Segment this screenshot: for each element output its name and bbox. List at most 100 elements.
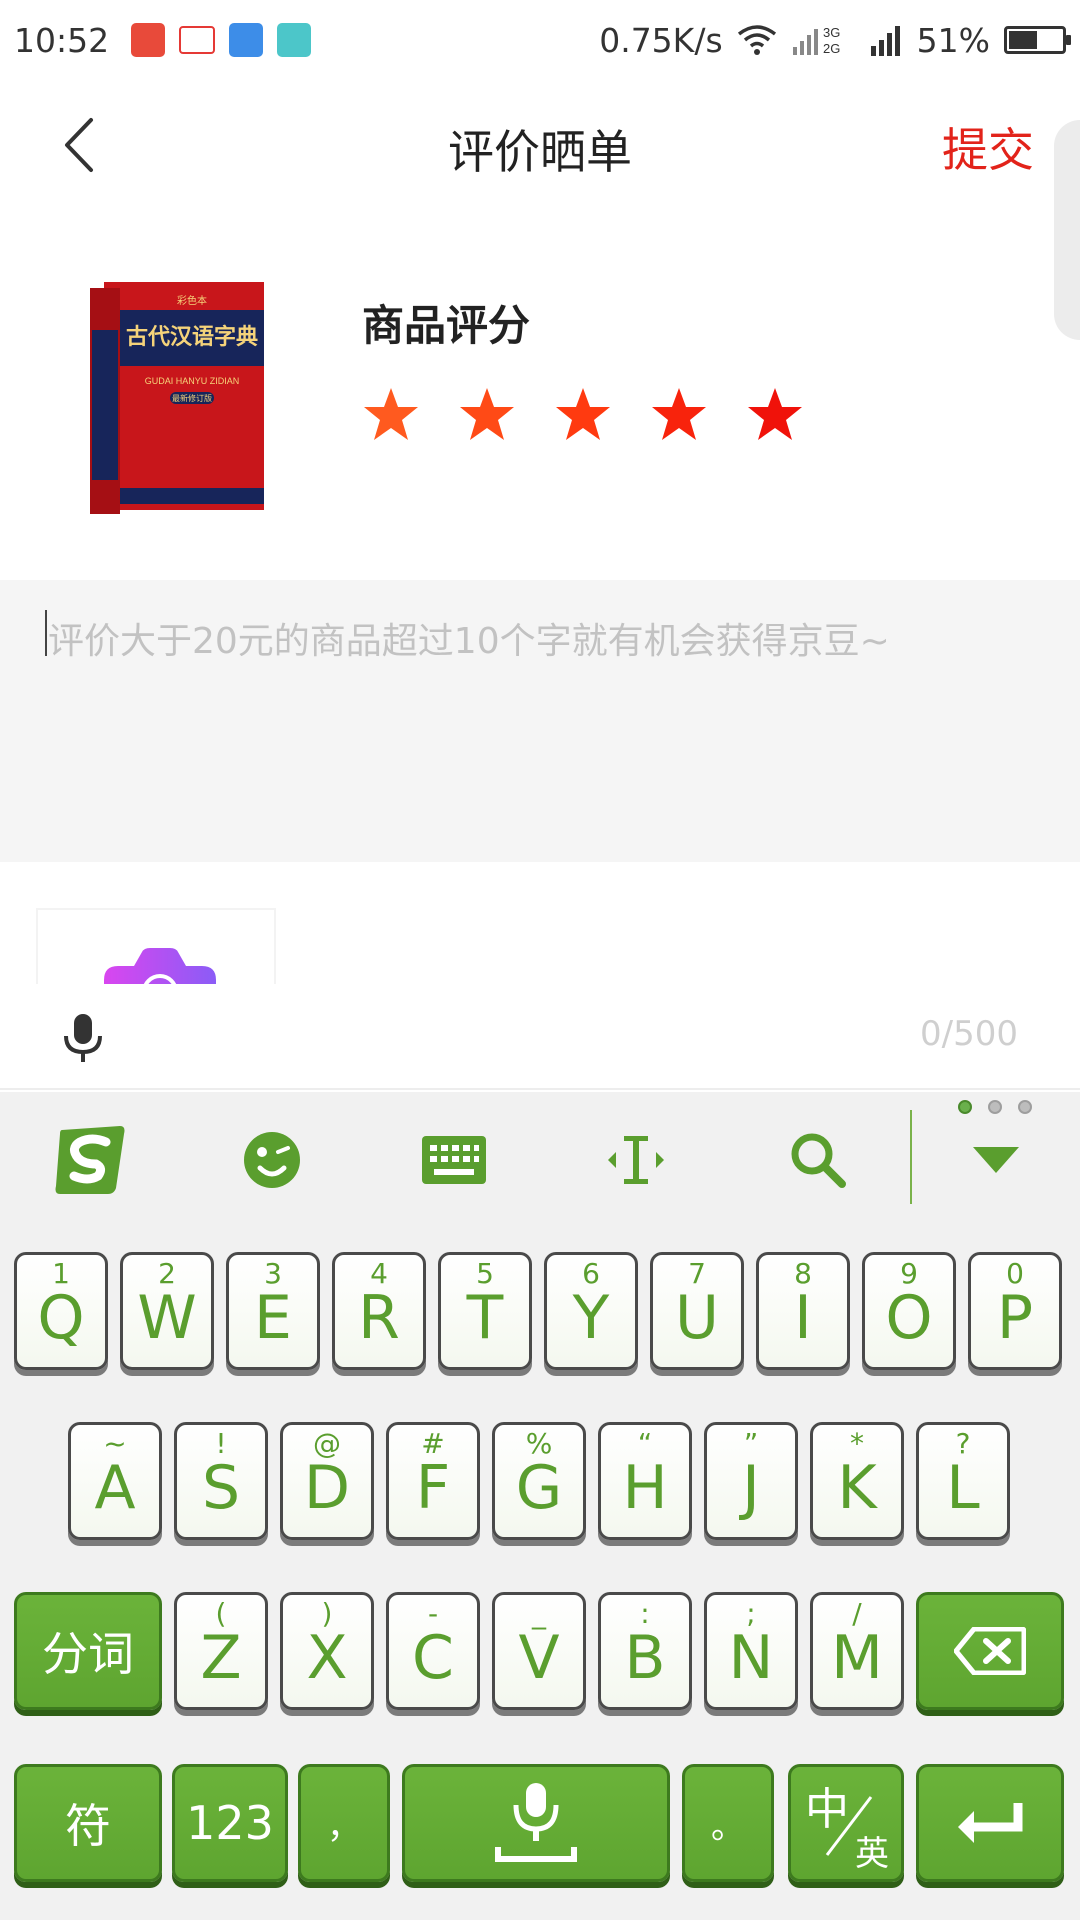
keyboard-switch-button[interactable] [414,1120,494,1200]
key-r-sub: 4 [370,1257,388,1290]
key-k[interactable]: * K [810,1422,904,1540]
key-h[interactable]: “H [598,1422,692,1540]
backspace-icon [954,1627,1026,1675]
period-key-label: 。 [711,1806,745,1847]
segment-key[interactable]: 分词 [14,1592,162,1710]
key-k-label: K [837,1453,877,1523]
comment-placeholder: 评价大于20元的商品超过10个字就有机会获得京豆~ [48,621,890,662]
product-image: 彩色本 古代汉语字典 GUDAI HANYU ZIDIAN 最新修订版 [90,282,264,514]
symbols-key[interactable]: 符 [14,1764,162,1882]
key-o-sub: 9 [900,1257,918,1290]
text-cursor [45,610,47,656]
key-e-label: E [254,1283,292,1353]
header: 评价晒单 提交 [0,80,1080,340]
numbers-key-label: 123 [186,1796,274,1850]
key-z-sub: ( [215,1597,227,1630]
text-cursor-icon [608,1136,664,1184]
key-r-label: R [358,1283,400,1353]
star-1-icon[interactable] [362,386,420,444]
submit-button[interactable]: 提交 [942,114,1034,180]
news-app-icon [179,26,216,54]
key-b[interactable]: :B [598,1592,692,1710]
key-h-sub: “ [637,1427,653,1460]
battery-icon [1004,26,1071,54]
enter-key[interactable] [916,1764,1064,1882]
backspace-key[interactable] [916,1592,1064,1710]
status-bar: 10:52 0.75K/s 3G 2G 51% [0,0,1080,80]
key-s-label: S [201,1453,241,1523]
key-p-label: P [996,1283,1034,1353]
net-2g-label: 2G [823,41,840,56]
key-u[interactable]: 7U [650,1252,744,1370]
key-v[interactable]: _ V [492,1592,586,1710]
book-series: 彩色本 [177,294,207,307]
key-j-sub: ” [743,1427,759,1460]
microphone-icon[interactable] [62,1014,104,1062]
key-j[interactable]: ” J [704,1422,798,1540]
key-s[interactable]: ! S [174,1422,268,1540]
key-z[interactable]: (Z [174,1592,268,1710]
key-g-label: G [515,1453,563,1523]
star-4-icon[interactable] [650,386,708,444]
key-l-label: L [946,1453,980,1523]
star-rating[interactable] [362,386,804,444]
key-y-label: Y [572,1283,610,1353]
hide-keyboard-button[interactable] [956,1120,1036,1200]
key-w[interactable]: 2W [120,1252,214,1370]
key-c-sub: - [427,1597,439,1630]
key-y[interactable]: 6Y [544,1252,638,1370]
comma-key[interactable]: ， [298,1764,390,1882]
key-g[interactable]: % G [492,1422,586,1540]
sogou-logo-button[interactable] [50,1120,130,1200]
add-photo-button[interactable] [36,908,276,984]
key-t-label: T [466,1283,504,1353]
key-i[interactable]: 8I [756,1252,850,1370]
key-r[interactable]: 4R [332,1252,426,1370]
key-l-sub: ? [955,1427,971,1460]
camera-icon [104,948,216,984]
cursor-control-button[interactable] [596,1120,676,1200]
key-i-label: I [794,1283,812,1353]
comment-input[interactable]: 评价大于20元的商品超过10个字就有机会获得京豆~ [0,580,1080,862]
status-time: 10:52 [14,20,110,60]
wifi-icon [737,25,776,55]
key-q-sub: 1 [52,1257,70,1290]
page-indicator [958,1100,1032,1114]
key-n-label: N [728,1623,774,1693]
signal-3g-icon: 3G 2G [792,25,840,56]
network-speed: 0.75K/s [599,20,723,60]
key-l[interactable]: ? L [916,1422,1010,1540]
star-3-icon[interactable] [554,386,612,444]
language-switch-key[interactable]: 中 英 [788,1764,904,1882]
key-d[interactable]: @ D [280,1422,374,1540]
star-2-icon[interactable] [458,386,516,444]
char-count: 0/500 [920,1014,1018,1054]
key-h-label: H [622,1453,668,1523]
key-b-sub: : [640,1597,650,1630]
key-c-label: C [412,1623,454,1693]
key-e[interactable]: 3E [226,1252,320,1370]
key-q[interactable]: 1Q [14,1252,108,1370]
book-title: 古代汉语字典 [126,324,258,350]
key-o[interactable]: 9O [862,1252,956,1370]
emoji-button[interactable] [232,1120,312,1200]
key-x[interactable]: ) X [280,1592,374,1710]
numbers-key[interactable]: 123 [172,1764,288,1882]
key-i-sub: 8 [794,1257,812,1290]
key-m-label: M [831,1623,883,1693]
star-5-icon[interactable] [746,386,804,444]
space-voice-key[interactable] [402,1764,670,1882]
key-f[interactable]: # F [386,1422,480,1540]
key-g-sub: % [525,1427,553,1460]
key-f-label: F [415,1453,451,1523]
key-a[interactable]: ~ A [68,1422,162,1540]
search-button[interactable] [778,1120,858,1200]
key-m[interactable]: / M [810,1592,904,1710]
key-t[interactable]: 5T [438,1252,532,1370]
key-c[interactable]: -C [386,1592,480,1710]
key-p[interactable]: 0P [968,1252,1062,1370]
key-n[interactable]: ; N [704,1592,798,1710]
segment-key-label: 分词 [42,1627,134,1681]
key-v-sub: _ [532,1597,546,1630]
period-key[interactable]: 。 [682,1764,774,1882]
